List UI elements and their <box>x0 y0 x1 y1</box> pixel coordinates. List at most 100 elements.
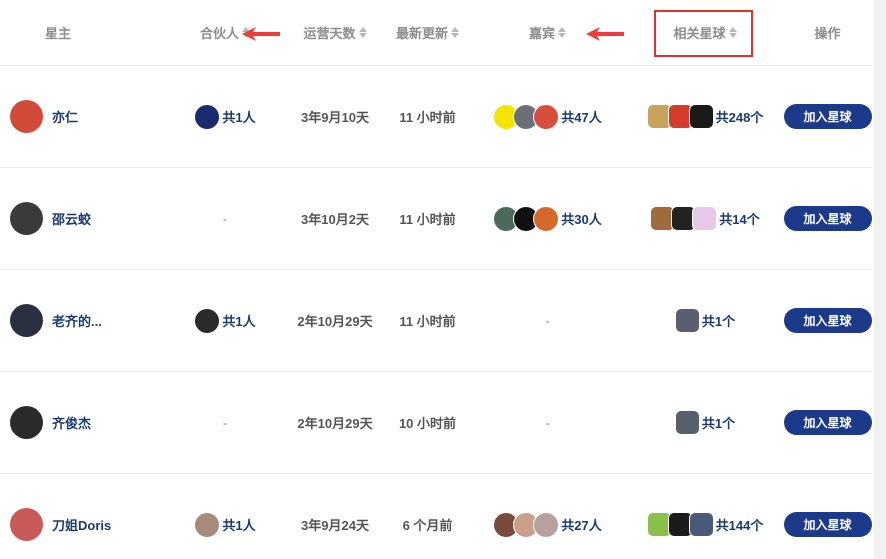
guest-cell: 共47人 <box>480 66 615 167</box>
days-cell: 3年10月2天 <box>290 168 380 269</box>
related-planet-count[interactable]: 共1个 <box>702 311 735 330</box>
avatar[interactable] <box>10 406 43 439</box>
related-planet-avatar[interactable] <box>674 410 700 435</box>
partner-avatars[interactable]: 共1人 <box>194 103 256 130</box>
related-planet-avatars[interactable]: 共144个 <box>646 512 764 537</box>
guest-cell: - <box>480 270 615 371</box>
guest-avatar[interactable] <box>533 205 560 232</box>
partner-count[interactable]: 共1人 <box>222 515 255 534</box>
update-value: 11 小时前 <box>399 212 456 227</box>
related-planet-avatar[interactable] <box>674 308 700 333</box>
table-row: 齐俊杰 - 2年10月29天 10 小时前 - 共1个 加入星球 <box>0 372 872 474</box>
partner-avatar[interactable] <box>194 511 221 538</box>
planet-list-page: 星主 合伙人 运营天数 最新更新 嘉宾 相关星球 操作 亦仁 共1人 3年9月1… <box>0 0 886 559</box>
header-days[interactable]: 运营天数 <box>290 0 380 65</box>
partner-avatar[interactable] <box>194 103 221 130</box>
guest-count[interactable]: 共27人 <box>561 515 601 534</box>
days-value: 3年9月24天 <box>301 518 369 533</box>
related-planet-count[interactable]: 共248个 <box>716 107 764 126</box>
owner-name[interactable]: 老齐的... <box>52 311 102 330</box>
related-planet-count[interactable]: 共14个 <box>719 209 759 228</box>
partner-cell: 共1人 <box>180 270 270 371</box>
header-related[interactable]: 相关星球 <box>635 0 775 65</box>
owner-cell[interactable]: 老齐的... <box>10 270 160 371</box>
guest-avatar[interactable] <box>533 103 560 130</box>
annotation-arrow-icon <box>242 27 280 41</box>
scrollbar[interactable] <box>874 0 886 559</box>
header-name: 星主 <box>45 26 72 41</box>
table-row: 刀姐Doris 共1人 3年9月24天 6 个月前 共27人 共144个 加入星… <box>0 474 872 559</box>
partner-count[interactable]: 共1人 <box>222 311 255 330</box>
owner-cell[interactable]: 邵云蛟 <box>10 168 160 269</box>
days-value: 3年9月10天 <box>301 110 369 125</box>
partner-count[interactable]: 共1人 <box>222 107 255 126</box>
update-cell: 10 小时前 <box>385 372 470 473</box>
join-planet-button[interactable]: 加入星球 <box>783 512 872 537</box>
guest-cell: 共27人 <box>480 474 615 559</box>
related-planet-count[interactable]: 共1个 <box>702 413 735 432</box>
days-cell: 3年9月10天 <box>290 66 380 167</box>
table-row: 老齐的... 共1人 2年10月29天 11 小时前 - 共1个 加入星球 <box>0 270 872 372</box>
guest-avatars[interactable]: 共47人 <box>493 103 602 130</box>
related-planet-count[interactable]: 共144个 <box>716 515 764 534</box>
guest-avatars[interactable]: 共30人 <box>493 205 602 232</box>
days-cell: 2年10月29天 <box>290 270 380 371</box>
owner-name[interactable]: 亦仁 <box>52 107 78 126</box>
guest-count[interactable]: 共30人 <box>561 209 601 228</box>
update-value: 6 个月前 <box>402 518 453 533</box>
join-planet-button[interactable]: 加入星球 <box>783 410 872 435</box>
related-cell: 共144个 <box>635 474 775 559</box>
guest-count[interactable]: 共47人 <box>561 107 601 126</box>
header-update[interactable]: 最新更新 <box>385 0 470 65</box>
op-cell: 加入星球 <box>780 66 875 167</box>
days-value: 3年10月2天 <box>301 212 369 227</box>
sort-icon[interactable] <box>358 27 367 38</box>
update-value: 10 小时前 <box>398 416 457 431</box>
avatar[interactable] <box>10 202 43 235</box>
partner-cell: - <box>180 168 270 269</box>
table-row: 邵云蛟 - 3年10月2天 11 小时前 共30人 共14个 加入星球 <box>0 168 872 270</box>
related-planet-avatar[interactable] <box>692 206 718 231</box>
related-planet-avatars[interactable]: 共1个 <box>674 308 735 333</box>
related-cell: 共1个 <box>635 270 775 371</box>
join-planet-button[interactable]: 加入星球 <box>783 104 872 129</box>
join-planet-button[interactable]: 加入星球 <box>783 206 872 231</box>
op-cell: 加入星球 <box>780 474 875 559</box>
partner-cell: - <box>180 372 270 473</box>
op-cell: 加入星球 <box>780 372 875 473</box>
related-planet-avatar[interactable] <box>688 512 714 537</box>
related-planet-avatars[interactable]: 共248个 <box>646 104 764 129</box>
partner-avatars[interactable]: 共1人 <box>194 307 256 334</box>
related-cell: 共1个 <box>635 372 775 473</box>
join-planet-button[interactable]: 加入星球 <box>783 308 872 333</box>
avatar[interactable] <box>10 304 43 337</box>
op-cell: 加入星球 <box>780 270 875 371</box>
related-planet-avatars[interactable]: 共1个 <box>674 410 735 435</box>
guest-avatars[interactable]: 共27人 <box>493 511 602 538</box>
guest-empty: - <box>545 415 550 430</box>
header-op: 操作 <box>814 26 841 41</box>
guest-avatar[interactable] <box>533 511 560 538</box>
sort-icon[interactable] <box>728 27 737 38</box>
planet-table: 星主 合伙人 运营天数 最新更新 嘉宾 相关星球 操作 亦仁 共1人 3年9月1… <box>0 0 872 559</box>
partner-avatars[interactable]: 共1人 <box>194 511 256 538</box>
partner-avatar[interactable] <box>194 307 221 334</box>
owner-name[interactable]: 邵云蛟 <box>52 209 91 228</box>
update-value: 11 小时前 <box>399 314 456 329</box>
avatar[interactable] <box>10 100 43 133</box>
update-cell: 11 小时前 <box>385 270 470 371</box>
related-planet-avatar[interactable] <box>688 104 714 129</box>
owner-cell[interactable]: 刀姐Doris <box>10 474 160 559</box>
owner-name[interactable]: 齐俊杰 <box>52 413 91 432</box>
owner-cell[interactable]: 亦仁 <box>10 66 160 167</box>
sort-icon[interactable] <box>558 27 566 38</box>
related-planet-avatars[interactable]: 共14个 <box>650 206 760 231</box>
owner-cell[interactable]: 齐俊杰 <box>10 372 160 473</box>
sort-icon[interactable] <box>451 27 459 38</box>
partner-empty: - <box>223 211 227 226</box>
days-cell: 2年10月29天 <box>290 372 380 473</box>
avatar[interactable] <box>10 508 43 541</box>
update-cell: 11 小时前 <box>385 168 470 269</box>
owner-name[interactable]: 刀姐Doris <box>52 515 111 534</box>
update-value: 11 小时前 <box>399 110 456 125</box>
